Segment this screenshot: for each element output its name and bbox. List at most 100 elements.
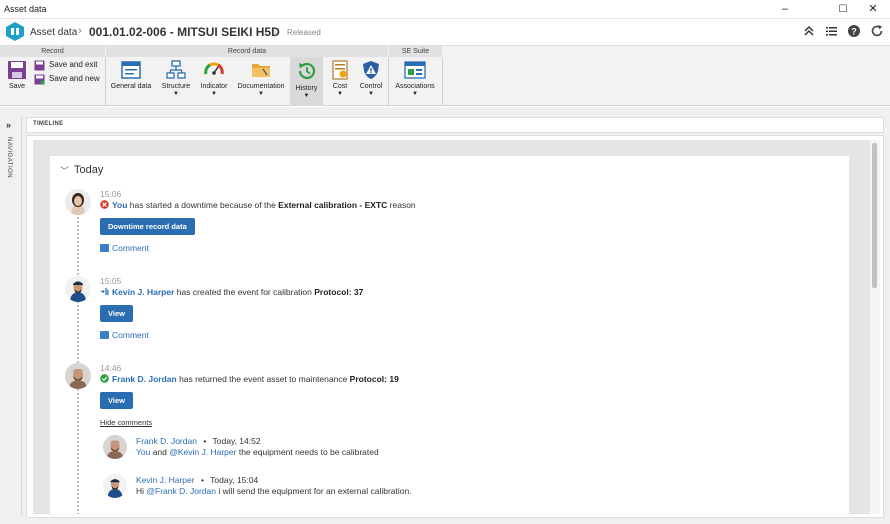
event-actor-link[interactable]: Kevin J. Harper bbox=[112, 287, 174, 297]
indicator-button[interactable]: Indicator ▼ bbox=[197, 60, 231, 104]
view-event-button[interactable]: View bbox=[100, 305, 133, 322]
window-title: Asset data bbox=[4, 4, 47, 14]
associations-button[interactable]: Associations ▼ bbox=[392, 60, 438, 104]
folder-attachment-icon bbox=[252, 64, 270, 77]
documentation-button[interactable]: Documentation ▼ bbox=[234, 60, 288, 104]
comment-text-rest: the equipment needs to be calibrated bbox=[236, 447, 379, 457]
collapse-icon[interactable] bbox=[801, 23, 817, 39]
event-time: 15:05 bbox=[100, 276, 122, 286]
record-title: 001.01.02-006 - MITSUI SEIKI H5D bbox=[89, 25, 280, 39]
ribbon-toolbar: Record Record data SE Suite Save Save an… bbox=[0, 45, 890, 106]
svg-text:?: ? bbox=[851, 27, 857, 37]
history-dropdown-arrow: ▼ bbox=[303, 93, 310, 99]
comment-link[interactable]: Comment bbox=[100, 243, 149, 253]
gauge-icon bbox=[204, 62, 224, 75]
event-actor-link[interactable]: You bbox=[112, 200, 127, 210]
help-icon[interactable]: ? bbox=[846, 23, 862, 39]
timeline-day-card: ﹀ Today 15:06 You has started a downtime… bbox=[50, 156, 849, 514]
navigation-panel-toggle[interactable]: » NAVIGATION bbox=[0, 117, 22, 515]
event-time: 14:46 bbox=[100, 363, 122, 373]
structure-button[interactable]: Structure ▼ bbox=[158, 60, 194, 104]
control-label: Control bbox=[359, 83, 383, 90]
comment-bullet: • bbox=[200, 475, 204, 485]
ribbon-divider bbox=[442, 57, 443, 106]
event-time: 15:06 bbox=[100, 189, 122, 199]
history-label: History bbox=[295, 85, 318, 92]
error-status-icon bbox=[100, 200, 109, 209]
save-and-new-label: Save and new bbox=[49, 74, 100, 83]
ribbon-group-se-suite: SE Suite bbox=[389, 46, 442, 57]
event-protocol: Protocol: 19 bbox=[349, 374, 399, 384]
associations-dropdown-arrow: ▼ bbox=[412, 91, 418, 97]
event-text: has started a downtime because of the bbox=[127, 200, 279, 210]
event-description: Frank D. Jordan has returned the event a… bbox=[100, 374, 399, 384]
title-divider: | bbox=[274, 27, 277, 37]
comment-bullet: • bbox=[203, 436, 207, 446]
window-minimize-button[interactable]: – bbox=[770, 0, 800, 19]
history-button[interactable]: History ▼ bbox=[290, 57, 323, 106]
asset-app-logo-icon bbox=[6, 22, 24, 41]
comment-header: Frank D. Jordan • Today, 14:52 bbox=[136, 436, 261, 446]
window-maximize-button[interactable]: ☐ bbox=[828, 0, 858, 19]
timeline-section-today: Today bbox=[74, 164, 104, 176]
work-area: » NAVIGATION TIMELINE ﹀ Today 15:06 You … bbox=[0, 107, 890, 524]
associations-window-icon bbox=[404, 61, 426, 79]
breadcrumb-separator: › bbox=[78, 25, 82, 37]
control-button[interactable]: Control ▼ bbox=[356, 60, 386, 104]
ribbon-divider bbox=[388, 57, 389, 106]
downtime-record-data-button[interactable]: Downtime record data bbox=[100, 218, 195, 235]
navigation-label: NAVIGATION bbox=[6, 137, 12, 179]
comment-mention-link[interactable]: @Frank D. Jordan bbox=[146, 486, 216, 496]
event-text-suffix: reason bbox=[387, 200, 416, 210]
window-close-button[interactable]: ✕ bbox=[858, 0, 888, 19]
comment-text: You and @Kevin J. Harper the equipment n… bbox=[136, 447, 379, 457]
list-icon[interactable] bbox=[823, 23, 839, 39]
ribbon-group-record: Record bbox=[0, 46, 105, 57]
timeline-panel-header: TIMELINE bbox=[26, 117, 884, 133]
hierarchy-icon bbox=[166, 60, 186, 79]
scrollbar-thumb[interactable] bbox=[872, 143, 877, 288]
hide-comments-link[interactable]: Hide comments bbox=[100, 418, 152, 427]
record-status: Released bbox=[287, 28, 321, 37]
comment-mention-you[interactable]: You bbox=[136, 447, 150, 457]
comment-author-link[interactable]: Kevin J. Harper bbox=[136, 475, 195, 485]
man-cap-avatar-icon bbox=[103, 474, 127, 498]
breadcrumb-asset-data[interactable]: Asset data bbox=[30, 27, 77, 38]
comment-icon bbox=[100, 244, 109, 252]
timeline-viewport: ﹀ Today 15:06 You has started a downtime… bbox=[33, 140, 870, 514]
event-description: You has started a downtime because of th… bbox=[100, 200, 416, 210]
comment-text: Hi @Frank D. Jordan i will send the equi… bbox=[136, 486, 412, 496]
view-event-button[interactable]: View bbox=[100, 392, 133, 409]
ribbon-group-record-data: Record data bbox=[106, 46, 388, 57]
cost-label: Cost bbox=[332, 83, 348, 90]
comment-author-link[interactable]: Frank D. Jordan bbox=[136, 436, 197, 446]
documentation-dropdown-arrow: ▼ bbox=[258, 91, 264, 97]
comment-avatar-kevin-harper bbox=[103, 474, 127, 498]
comment-text-middle: and bbox=[150, 447, 170, 457]
general-data-label: General data bbox=[110, 83, 152, 90]
collapse-today-icon[interactable]: ﹀ bbox=[60, 164, 69, 177]
comment-link[interactable]: Comment bbox=[100, 330, 149, 340]
record-header: Asset data › 001.01.02-006 - MITSUI SEIK… bbox=[0, 19, 890, 45]
expand-navigation-icon[interactable]: » bbox=[6, 120, 11, 130]
save-button[interactable]: Save bbox=[3, 60, 31, 104]
event-text: has created the event for calibration bbox=[174, 287, 315, 297]
save-label: Save bbox=[9, 83, 25, 90]
man-beard-avatar-icon bbox=[65, 363, 91, 389]
general-data-button[interactable]: General data bbox=[108, 60, 154, 104]
ribbon-divider bbox=[105, 57, 106, 106]
documentation-label: Documentation bbox=[237, 83, 285, 90]
comment-text-rest: i will send the equipment for an externa… bbox=[215, 486, 412, 496]
comment-timestamp: Today, 15:04 bbox=[210, 475, 259, 485]
event-actor-link[interactable]: Frank D. Jordan bbox=[112, 374, 177, 384]
cost-button[interactable]: Cost ▼ bbox=[326, 60, 354, 104]
timeline-connector bbox=[77, 206, 79, 514]
timeline-scrollbar[interactable] bbox=[870, 140, 880, 514]
comment-header: Kevin J. Harper • Today, 15:04 bbox=[136, 475, 258, 485]
timeline-panel: ﹀ Today 15:06 You has started a downtime… bbox=[26, 135, 884, 518]
event-protocol: Protocol: 37 bbox=[314, 287, 364, 297]
comment-mention-link[interactable]: @Kevin J. Harper bbox=[169, 447, 236, 457]
refresh-icon[interactable] bbox=[869, 23, 885, 39]
comment-label: Comment bbox=[112, 330, 149, 340]
floppy-disk-icon bbox=[8, 61, 26, 79]
